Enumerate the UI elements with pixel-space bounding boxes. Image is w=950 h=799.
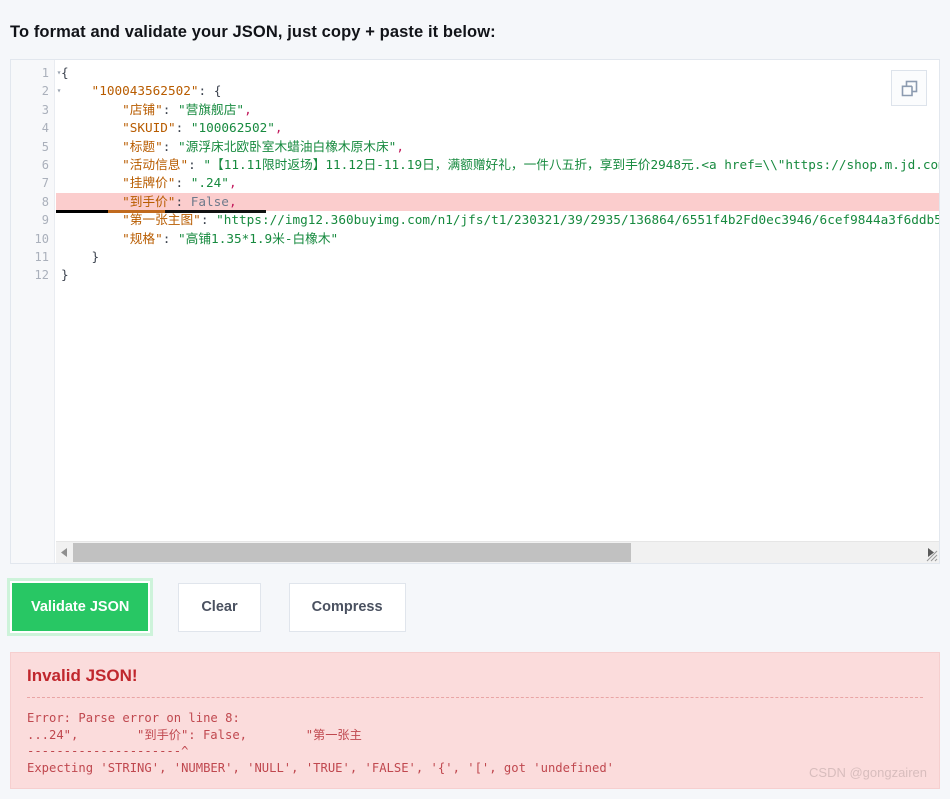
- gutter-line-4: 4: [41, 121, 49, 136]
- json-editor[interactable]: 1 ▾ 2 ▾ 3 4 5 6 7 8 9 10 11 12 { "100043562502": { "店…: [10, 59, 940, 564]
- gutter-line-11: 11: [34, 249, 49, 264]
- token-punct: :: [188, 156, 204, 172]
- token-key: "挂牌价": [61, 175, 176, 191]
- token-key: "SKUID": [61, 120, 176, 136]
- error-title: Invalid JSON!: [27, 666, 138, 685]
- validate-json-button[interactable]: Validate JSON: [6, 578, 154, 636]
- token-brace: {: [213, 83, 222, 99]
- code-line-1[interactable]: {: [56, 64, 939, 82]
- gutter-line-2: 2 ▾: [11, 82, 62, 100]
- action-buttons: Validate JSON Clear Compress: [6, 578, 406, 636]
- token-comma: ,: [244, 101, 252, 117]
- token-key: "100043562502": [61, 83, 199, 99]
- editor-gutter: 1 ▾ 2 ▾ 3 4 5 6 7 8 9 10 11 12: [11, 60, 62, 563]
- gutter-line-8: 8: [41, 194, 49, 209]
- code-line-7[interactable]: "挂牌价": ".24",: [56, 174, 939, 192]
- gutter-line-5: 5: [41, 139, 49, 154]
- token-brace: }: [61, 248, 100, 264]
- gutter-line-6: 6: [41, 157, 49, 172]
- token-key: "标题": [61, 138, 163, 154]
- token-str: "高铺1.35*1.9米-白橡木": [178, 230, 339, 246]
- code-line-10[interactable]: "规格": "高铺1.35*1.9米-白橡木": [56, 230, 939, 248]
- triangle-right-icon: [928, 548, 934, 557]
- token-punct: :: [175, 193, 191, 209]
- editor-code-area[interactable]: { "100043562502": { "店铺": "营旗舰店", "SKUID…: [56, 60, 939, 563]
- watermark: CSDN @gongzairen: [809, 765, 927, 780]
- error-message: Error: Parse error on line 8: ...24", "到…: [11, 698, 939, 776]
- token-comma: ,: [396, 138, 404, 154]
- clear-button[interactable]: Clear: [178, 582, 261, 632]
- token-key: "规格": [61, 230, 163, 246]
- error-line-2: ...24", "到手价": False, "第一张主: [27, 727, 362, 742]
- token-punct: :: [198, 83, 214, 99]
- token-str: "源浮床北欧卧室木蜡油白橡木原木床": [178, 138, 397, 154]
- page-title: To format and validate your JSON, just c…: [10, 23, 496, 41]
- gutter-line-1: 1 ▾: [11, 64, 62, 82]
- code-line-12[interactable]: }: [56, 266, 939, 284]
- code-line-8[interactable]: "到手价": False,: [56, 192, 939, 214]
- code-line-5[interactable]: "标题": "源浮床北欧卧室木蜡油白橡木原木床",: [56, 138, 939, 156]
- token-str: "100062502": [190, 120, 275, 136]
- token-str: "【11.11限时返场】11.12日-11.19日，满额赠好礼，一件八五折，享到…: [203, 156, 939, 172]
- token-punct: :: [175, 175, 191, 191]
- gutter-line-3: 3: [41, 102, 49, 117]
- token-comma: ,: [228, 175, 237, 191]
- error-line-3: ---------------------^: [27, 744, 189, 758]
- token-str: ".24": [190, 175, 229, 191]
- error-line-4: Expecting 'STRING', 'NUMBER', 'NULL', 'T…: [27, 760, 614, 775]
- token-punct: :: [175, 120, 191, 136]
- token-comma: ,: [274, 120, 283, 136]
- horizontal-scrollbar[interactable]: [56, 541, 939, 563]
- code-line-2[interactable]: "100043562502": {: [56, 82, 939, 100]
- token-str: "营旗舰店": [178, 101, 245, 117]
- code-line-3[interactable]: "店铺": "营旗舰店",: [56, 101, 939, 119]
- compress-button[interactable]: Compress: [288, 582, 406, 632]
- copy-icon: [901, 80, 917, 96]
- token-bool: False: [190, 193, 229, 209]
- code-line-4[interactable]: "SKUID": "100062502",: [56, 119, 939, 137]
- token-key: "到手价": [61, 193, 176, 209]
- scroll-left-arrow[interactable]: [56, 542, 73, 563]
- token-comma: ,: [228, 193, 237, 209]
- gutter-line-10: 10: [34, 231, 49, 246]
- token-key: "活动信息": [61, 156, 189, 172]
- token-key: "店铺": [61, 101, 163, 117]
- code-line-11[interactable]: }: [56, 248, 939, 266]
- error-line-1: Error: Parse error on line 8:: [27, 711, 240, 725]
- token-punct: :: [162, 138, 179, 154]
- token-brace: }: [61, 267, 69, 283]
- code-line-9[interactable]: "第一张主图": "https://img12.360buyimg.com/n1…: [56, 211, 939, 229]
- gutter-line-9: 9: [41, 213, 49, 228]
- scroll-right-arrow[interactable]: [922, 542, 939, 563]
- error-panel: Invalid JSON! Error: Parse error on line…: [10, 652, 940, 789]
- token-brace: {: [61, 65, 69, 80]
- token-punct: :: [200, 212, 217, 228]
- gutter-line-12: 12: [34, 268, 49, 283]
- token-punct: :: [162, 101, 179, 117]
- gutter-line-7: 7: [41, 176, 49, 191]
- token-str: "https://img12.360buyimg.com/n1/jfs/t1/2…: [216, 212, 939, 228]
- token-punct: :: [162, 230, 179, 246]
- token-key: "第一张主图": [61, 212, 201, 228]
- scrollbar-thumb[interactable]: [73, 543, 631, 562]
- copy-button[interactable]: [891, 70, 927, 106]
- triangle-left-icon: [61, 548, 67, 557]
- code-line-6[interactable]: "活动信息": "【11.11限时返场】11.12日-11.19日，满额赠好礼，…: [56, 156, 939, 174]
